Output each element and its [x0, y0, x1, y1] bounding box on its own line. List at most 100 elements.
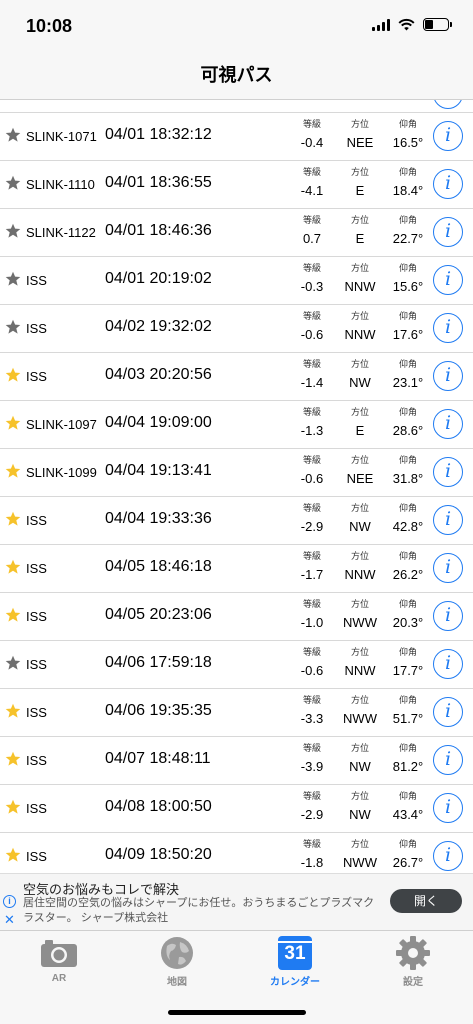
info-button[interactable]: i [433, 313, 463, 343]
direction-label: 方位 [350, 119, 369, 129]
magnitude-value: -3.3 [300, 711, 324, 726]
tab-ar[interactable]: AR [0, 935, 118, 984]
list-item[interactable]: ISS 04/05 18:46:18 等級 -1.7 方位 NNW 仰角 26.2° i [0, 545, 473, 593]
pass-datetime: 04/04 19:33:36 [105, 510, 212, 527]
direction-value: NW [349, 807, 371, 822]
magnitude-label: 等級 [302, 695, 321, 705]
list-item[interactable]: SLINK-1122 04/01 18:46:36 等級 0.7 方位 E 仰角 22.7° i [0, 209, 473, 257]
list-item[interactable]: SLINK-1071 04/01 18:32:12 等級 -0.4 方位 NEE 仰角 16.… [0, 113, 473, 161]
magnitude-label: 等級 [302, 359, 321, 369]
satellite-name: ISS [26, 561, 47, 576]
magnitude-label: 等級 [302, 599, 321, 609]
list-item[interactable]: SLINK-1110 04/01 18:36:55 等級 -4.1 方位 E 仰角 18.4°… [0, 161, 473, 209]
direction-value: NNW [344, 663, 376, 678]
elevation-value: 23.1° [392, 375, 424, 390]
list-item[interactable]: ISS 04/06 17:59:18 等級 -0.6 方位 NNW 仰角 17.7° i [0, 641, 473, 689]
satellite-name: ISS [26, 753, 47, 768]
list-item[interactable]: ISS 04/02 19:32:02 等級 -0.6 方位 NNW 仰角 17.6° i [0, 305, 473, 353]
close-icon[interactable]: ✕ [4, 912, 15, 928]
info-button[interactable]: i [433, 745, 463, 775]
gold-star-icon[interactable] [5, 559, 21, 575]
pass-datetime: 04/09 18:50:20 [105, 846, 212, 863]
elevation-label: 仰角 [398, 311, 417, 321]
info-button[interactable]: i [433, 361, 463, 391]
pass-datetime: 04/07 18:48:11 [105, 750, 211, 767]
magnitude-column: 等級 -3.3 [288, 695, 336, 728]
pass-datetime: 04/05 20:23:06 [105, 606, 212, 623]
ad-open-button[interactable]: 開く [390, 889, 462, 913]
pass-datetime: 04/01 20:19:02 [105, 270, 212, 287]
info-button[interactable]: i [433, 457, 463, 487]
gold-star-icon[interactable] [5, 607, 21, 623]
magnitude-value: 0.7 [302, 231, 322, 246]
gray-star-icon[interactable] [5, 127, 21, 143]
gold-star-icon[interactable] [5, 799, 21, 815]
magnitude-column: 等級 0.7 [288, 215, 336, 248]
list-item[interactable]: ISS 04/05 20:23:06 等級 -1.0 方位 NWW 仰角 20.3° i [0, 593, 473, 641]
satellite-name: SLINK-1099 [26, 465, 97, 480]
info-button[interactable]: i [433, 265, 463, 295]
gray-star-icon[interactable] [5, 319, 21, 335]
gold-star-icon[interactable] [5, 751, 21, 767]
satellite-name: ISS [26, 657, 47, 672]
navigation-bar: 可視パス [0, 52, 473, 100]
magnitude-column: 等級 -0.4 [288, 119, 336, 152]
list-item[interactable]: ISS 04/03 20:20:56 等級 -1.4 方位 NW 仰角 23.1° i [0, 353, 473, 401]
info-button[interactable]: i [433, 505, 463, 535]
gold-star-icon[interactable] [5, 703, 21, 719]
tab-bar: AR 地図 31 カレンダー 設定 [0, 930, 473, 1024]
list-item[interactable]: ISS 04/08 18:00:50 等級 -2.9 方位 NW 仰角 43.4° i [0, 785, 473, 833]
direction-value: NWW [343, 855, 377, 870]
elevation-column: 仰角 43.4° [386, 791, 430, 824]
info-button[interactable]: i [433, 169, 463, 199]
pass-datetime: 04/01 18:46:36 [105, 222, 212, 239]
magnitude-label: 等級 [302, 647, 321, 657]
info-button[interactable]: i [433, 409, 463, 439]
info-button[interactable]: i [433, 601, 463, 631]
elevation-column: 仰角 22.7° [386, 215, 430, 248]
gold-star-icon[interactable] [5, 415, 21, 431]
info-button[interactable]: i [433, 697, 463, 727]
gold-star-icon[interactable] [5, 367, 21, 383]
elevation-label: 仰角 [398, 359, 417, 369]
pass-datetime: 04/04 19:13:41 [105, 462, 212, 479]
gold-star-icon[interactable] [5, 847, 21, 863]
elevation-label: 仰角 [398, 743, 417, 753]
ad-banner[interactable]: i ✕ 空気のお悩みもコレで解決 居住空間の空気の悩みはシャープにお任せ。おうち… [0, 873, 473, 930]
tab-settings[interactable]: 設定 [354, 935, 472, 988]
list-item[interactable]: ISS 04/09 18:50:20 等級 -1.8 方位 NWW 仰角 26.7° i [0, 833, 473, 873]
list-item[interactable]: ISS 04/06 19:35:35 等級 -3.3 方位 NWW 仰角 51.7° i [0, 689, 473, 737]
list-item[interactable]: ISS 04/04 19:33:36 等級 -2.9 方位 NW 仰角 42.8° i [0, 497, 473, 545]
list-item[interactable]: ISS 04/01 20:19:02 等級 -0.3 方位 NNW 仰角 15.6° i [0, 257, 473, 305]
info-button[interactable]: i [433, 553, 463, 583]
gold-star-icon[interactable] [5, 463, 21, 479]
list-item[interactable]: ISS 04/07 18:48:11 等級 -3.9 方位 NW 仰角 81.2° i [0, 737, 473, 785]
info-button[interactable]: i [433, 100, 463, 109]
magnitude-label: 等級 [302, 215, 321, 225]
info-button[interactable]: i [433, 793, 463, 823]
gold-star-icon[interactable] [5, 511, 21, 527]
pass-list[interactable]: i SLINK-1071 04/01 18:32:12 等級 -0.4 方位 NEE 仰角 1… [0, 100, 473, 873]
elevation-column: 仰角 26.2° [386, 551, 430, 584]
magnitude-label: 等級 [302, 743, 321, 753]
direction-column: 方位 NEE [338, 119, 382, 152]
elevation-value: 22.7° [392, 231, 424, 246]
gray-star-icon[interactable] [5, 271, 21, 287]
satellite-name: ISS [26, 705, 47, 720]
direction-column: 方位 NNW [338, 551, 382, 584]
direction-value: NEE [346, 135, 374, 150]
info-button[interactable]: i [433, 121, 463, 151]
list-item[interactable]: SLINK-1097 04/04 19:09:00 等級 -1.3 方位 E 仰角 28.6°… [0, 401, 473, 449]
direction-label: 方位 [350, 551, 369, 561]
direction-label: 方位 [350, 503, 369, 513]
gray-star-icon[interactable] [5, 223, 21, 239]
info-button[interactable]: i [433, 649, 463, 679]
gray-star-icon[interactable] [5, 175, 21, 191]
tab-map[interactable]: 地図 [118, 935, 236, 988]
info-button[interactable]: i [433, 217, 463, 247]
gray-star-icon[interactable] [5, 655, 21, 671]
ad-info-icon[interactable]: i [3, 895, 16, 908]
list-item[interactable]: SLINK-1099 04/04 19:13:41 等級 -0.6 方位 NEE 仰角 31.… [0, 449, 473, 497]
info-button[interactable]: i [433, 841, 463, 871]
tab-calendar[interactable]: 31 カレンダー [236, 935, 354, 988]
